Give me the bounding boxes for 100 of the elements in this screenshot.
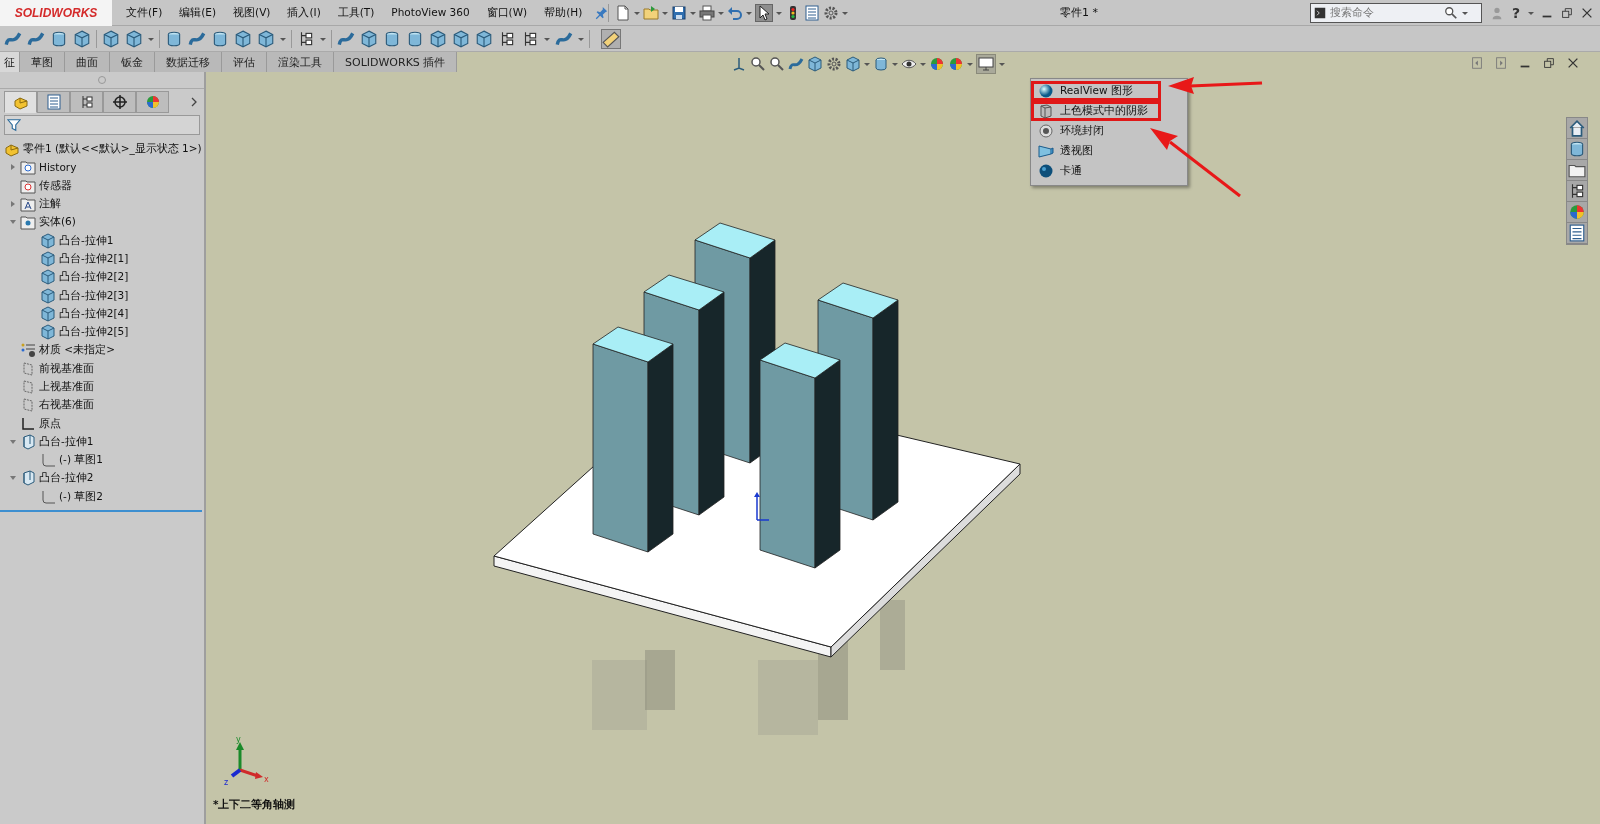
pin-icon[interactable] (594, 5, 609, 20)
zoom-to-fit-icon[interactable] (750, 56, 766, 72)
chevron-right-icon[interactable] (190, 96, 198, 108)
cartoon-sphere-icon[interactable] (1038, 163, 1054, 179)
cylinder-feature-icon[interactable] (165, 29, 183, 48)
list-icon[interactable] (804, 4, 821, 21)
tree-item[interactable]: 上视基准面 (39, 380, 94, 394)
cylinder-feature-icon[interactable] (383, 29, 401, 48)
tree-item[interactable]: (-) 草图1 (59, 453, 103, 468)
new-document-icon[interactable] (615, 4, 632, 21)
tree-toggle-icon[interactable] (9, 437, 17, 446)
perspective-icon[interactable] (1038, 143, 1054, 159)
menu-item[interactable]: 插入(I) (287, 5, 321, 20)
cube-feature-icon[interactable] (452, 29, 470, 48)
command-tab[interactable]: 征 (0, 52, 20, 72)
cube-feature-icon[interactable] (257, 29, 275, 48)
cube-feature-icon[interactable] (429, 29, 447, 48)
scene-icon[interactable] (948, 56, 964, 72)
search-field[interactable]: 搜索命令 (1329, 6, 1440, 19)
menu-item[interactable]: 编辑(E) (179, 5, 217, 20)
sensor-folder-icon (20, 177, 36, 194)
tree-item[interactable]: 材质 <未指定> (39, 343, 115, 358)
menu-item[interactable]: PhotoView 360 (391, 5, 470, 20)
tree-item[interactable]: 零件1 (默认<<默认>_显示状态 1>) (23, 142, 202, 157)
tree-item[interactable]: 右视基准面 (39, 398, 94, 413)
search-box[interactable]: 搜索命令 (1309, 2, 1482, 23)
terminal-icon[interactable] (1313, 6, 1326, 19)
menu-item[interactable]: 窗口(W) (486, 5, 528, 20)
view-orientation-icon[interactable] (731, 56, 747, 72)
tree-item[interactable]: 凸台-拉伸2 (39, 471, 94, 486)
tree-item[interactable]: History (39, 161, 77, 174)
command-tab[interactable]: 渲染工具 (267, 52, 334, 72)
tree-item[interactable]: 前视基准面 (39, 361, 94, 376)
tree-item[interactable]: 凸台-拉伸2[3] (59, 288, 129, 303)
realview-icon[interactable] (1038, 83, 1054, 99)
previous-document-icon[interactable] (1470, 56, 1484, 70)
display-style-icon[interactable] (873, 56, 889, 72)
cube-feature-icon[interactable] (360, 29, 378, 48)
menu-item[interactable]: 帮助(H) (544, 5, 583, 20)
command-tab[interactable]: 曲面 (65, 52, 110, 72)
tree-item[interactable]: 凸台-拉伸2[4] (59, 306, 129, 321)
help-button[interactable]: ? (1509, 4, 1522, 21)
close-icon[interactable] (1566, 56, 1580, 70)
material-icon (20, 342, 36, 359)
property-manager-tab[interactable] (37, 91, 70, 113)
next-document-icon[interactable] (1494, 56, 1508, 70)
settings-icon[interactable] (823, 4, 840, 21)
tree-item[interactable]: 凸台-拉伸2[2] (59, 270, 129, 285)
color-ball-icon[interactable] (144, 94, 161, 110)
menu-item[interactable]: RealView 图形 (1031, 81, 1161, 101)
crosshair-icon[interactable] (111, 94, 128, 110)
cube-feature-icon[interactable] (125, 29, 143, 48)
tree-item[interactable]: 注解 (39, 197, 61, 212)
cube-feature-icon[interactable] (234, 29, 252, 48)
list-icon[interactable] (45, 94, 62, 110)
command-tab[interactable]: 钣金 (110, 52, 155, 72)
tree-item[interactable]: 传感器 (39, 178, 72, 193)
menu-item[interactable]: 环境封闭 (1031, 121, 1161, 141)
zoom-to-area-icon[interactable] (769, 56, 785, 72)
command-tab[interactable]: 评估 (222, 52, 267, 72)
tree-item[interactable]: 原点 (39, 416, 61, 431)
tree-item[interactable]: 凸台-拉伸2[1] (59, 251, 129, 266)
restore-icon[interactable] (1560, 5, 1574, 20)
tree-item[interactable]: 实体(6) (39, 215, 76, 230)
tree-item[interactable]: (-) 草图2 (59, 489, 103, 504)
cylinder-feature-icon[interactable] (211, 29, 229, 48)
home-icon[interactable] (1567, 118, 1587, 139)
open-folder-icon[interactable] (643, 4, 660, 21)
cube-feature-icon[interactable] (73, 29, 91, 48)
tree-item[interactable]: 凸台-拉伸1 (39, 434, 94, 449)
menu-item[interactable]: 上色模式中的阴影 (1031, 101, 1161, 121)
tree-toggle-icon[interactable] (9, 200, 17, 209)
search-icon[interactable] (1443, 5, 1458, 20)
printer-icon[interactable] (699, 4, 716, 21)
menu-item[interactable]: 视图(V) (233, 5, 271, 20)
ambient-occlusion-icon[interactable] (1038, 123, 1054, 139)
tree-item[interactable]: 凸台-拉伸1 (59, 233, 114, 248)
save-icon[interactable] (671, 4, 688, 21)
menu-item[interactable]: 文件(F) (126, 5, 163, 20)
tree-toggle-icon[interactable] (9, 163, 17, 172)
cylinder-feature-icon[interactable] (50, 29, 68, 48)
cube-feature-icon[interactable] (475, 29, 493, 48)
filter-field[interactable] (4, 115, 200, 135)
menu-item[interactable]: 透视图 (1031, 141, 1161, 161)
tree-item[interactable]: 凸台-拉伸2[5] (59, 325, 129, 340)
command-tab[interactable]: SOLIDWORKS 插件 (334, 52, 458, 72)
ruler-icon[interactable] (601, 28, 621, 49)
menu-item[interactable]: 工具(T) (337, 5, 375, 20)
cylinder-feature-icon[interactable] (406, 29, 424, 48)
command-tab[interactable]: 草图 (20, 52, 65, 72)
cube-feature-icon[interactable] (102, 29, 120, 48)
command-tab[interactable]: 数据迁移 (155, 52, 222, 72)
appearance-icon[interactable] (929, 56, 945, 72)
shaded-cube-icon[interactable] (1038, 103, 1054, 119)
select-tool-button[interactable] (755, 3, 774, 22)
restore-icon[interactable] (1542, 56, 1556, 70)
filter-icon[interactable] (7, 118, 21, 132)
feature-manager-tab[interactable] (4, 91, 37, 113)
dimxpert-manager-tab[interactable] (103, 91, 136, 113)
menu-item[interactable]: 卡通 (1031, 161, 1161, 181)
